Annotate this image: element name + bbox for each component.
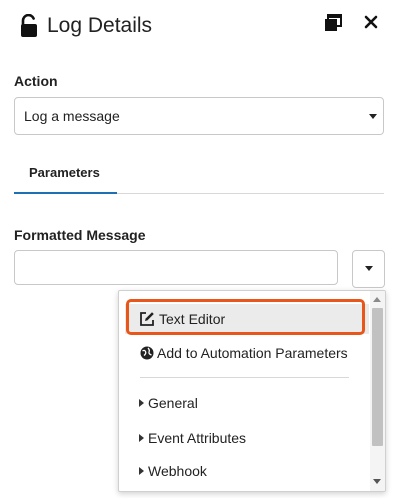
formatted-message-input[interactable] <box>14 250 338 285</box>
close-icon[interactable] <box>361 12 381 32</box>
globe-icon <box>140 346 154 360</box>
formatted-message-label: Formatted Message <box>14 227 146 243</box>
unlocked-padlock-icon <box>21 14 37 37</box>
menu-item-general[interactable]: General <box>125 388 369 418</box>
insert-options-menu: Text Editor Add to Automation Parameters… <box>118 290 386 492</box>
caret-right-icon <box>139 434 144 442</box>
chevron-down-icon <box>365 266 373 271</box>
scroll-up-arrow-icon[interactable] <box>373 297 381 302</box>
insert-options-button[interactable] <box>352 250 385 288</box>
panel-header: Log Details <box>0 0 393 52</box>
scroll-down-arrow-icon[interactable] <box>373 479 381 484</box>
action-label: Action <box>14 73 58 89</box>
menu-scrollbar[interactable] <box>370 291 385 491</box>
menu-item-event-attributes[interactable]: Event Attributes <box>125 423 369 453</box>
tab-bar: Parameters <box>14 150 384 194</box>
menu-item-label: Add to Automation Parameters <box>157 345 348 361</box>
window-restore-icon[interactable] <box>324 14 342 32</box>
action-select[interactable]: Log a message <box>14 97 384 135</box>
action-select-value: Log a message <box>24 108 120 124</box>
caret-right-icon <box>139 467 144 475</box>
menu-item-webhook[interactable]: Webhook <box>125 456 369 486</box>
menu-item-label: Text Editor <box>159 311 226 327</box>
tab-parameters[interactable]: Parameters <box>14 150 117 194</box>
page-title: Log Details <box>47 14 153 37</box>
edit-icon <box>140 312 154 326</box>
menu-item-label: General <box>148 395 198 411</box>
tab-parameters-label: Parameters <box>29 165 100 180</box>
menu-item-label: Webhook <box>148 463 207 479</box>
caret-right-icon <box>139 399 144 407</box>
scrollbar-thumb[interactable] <box>372 308 383 446</box>
menu-item-text-editor[interactable]: Text Editor <box>125 304 369 334</box>
menu-divider <box>140 377 349 378</box>
chevron-down-icon <box>369 114 377 119</box>
menu-item-add-to-automation-parameters[interactable]: Add to Automation Parameters <box>125 338 369 368</box>
menu-item-label: Event Attributes <box>148 430 247 446</box>
